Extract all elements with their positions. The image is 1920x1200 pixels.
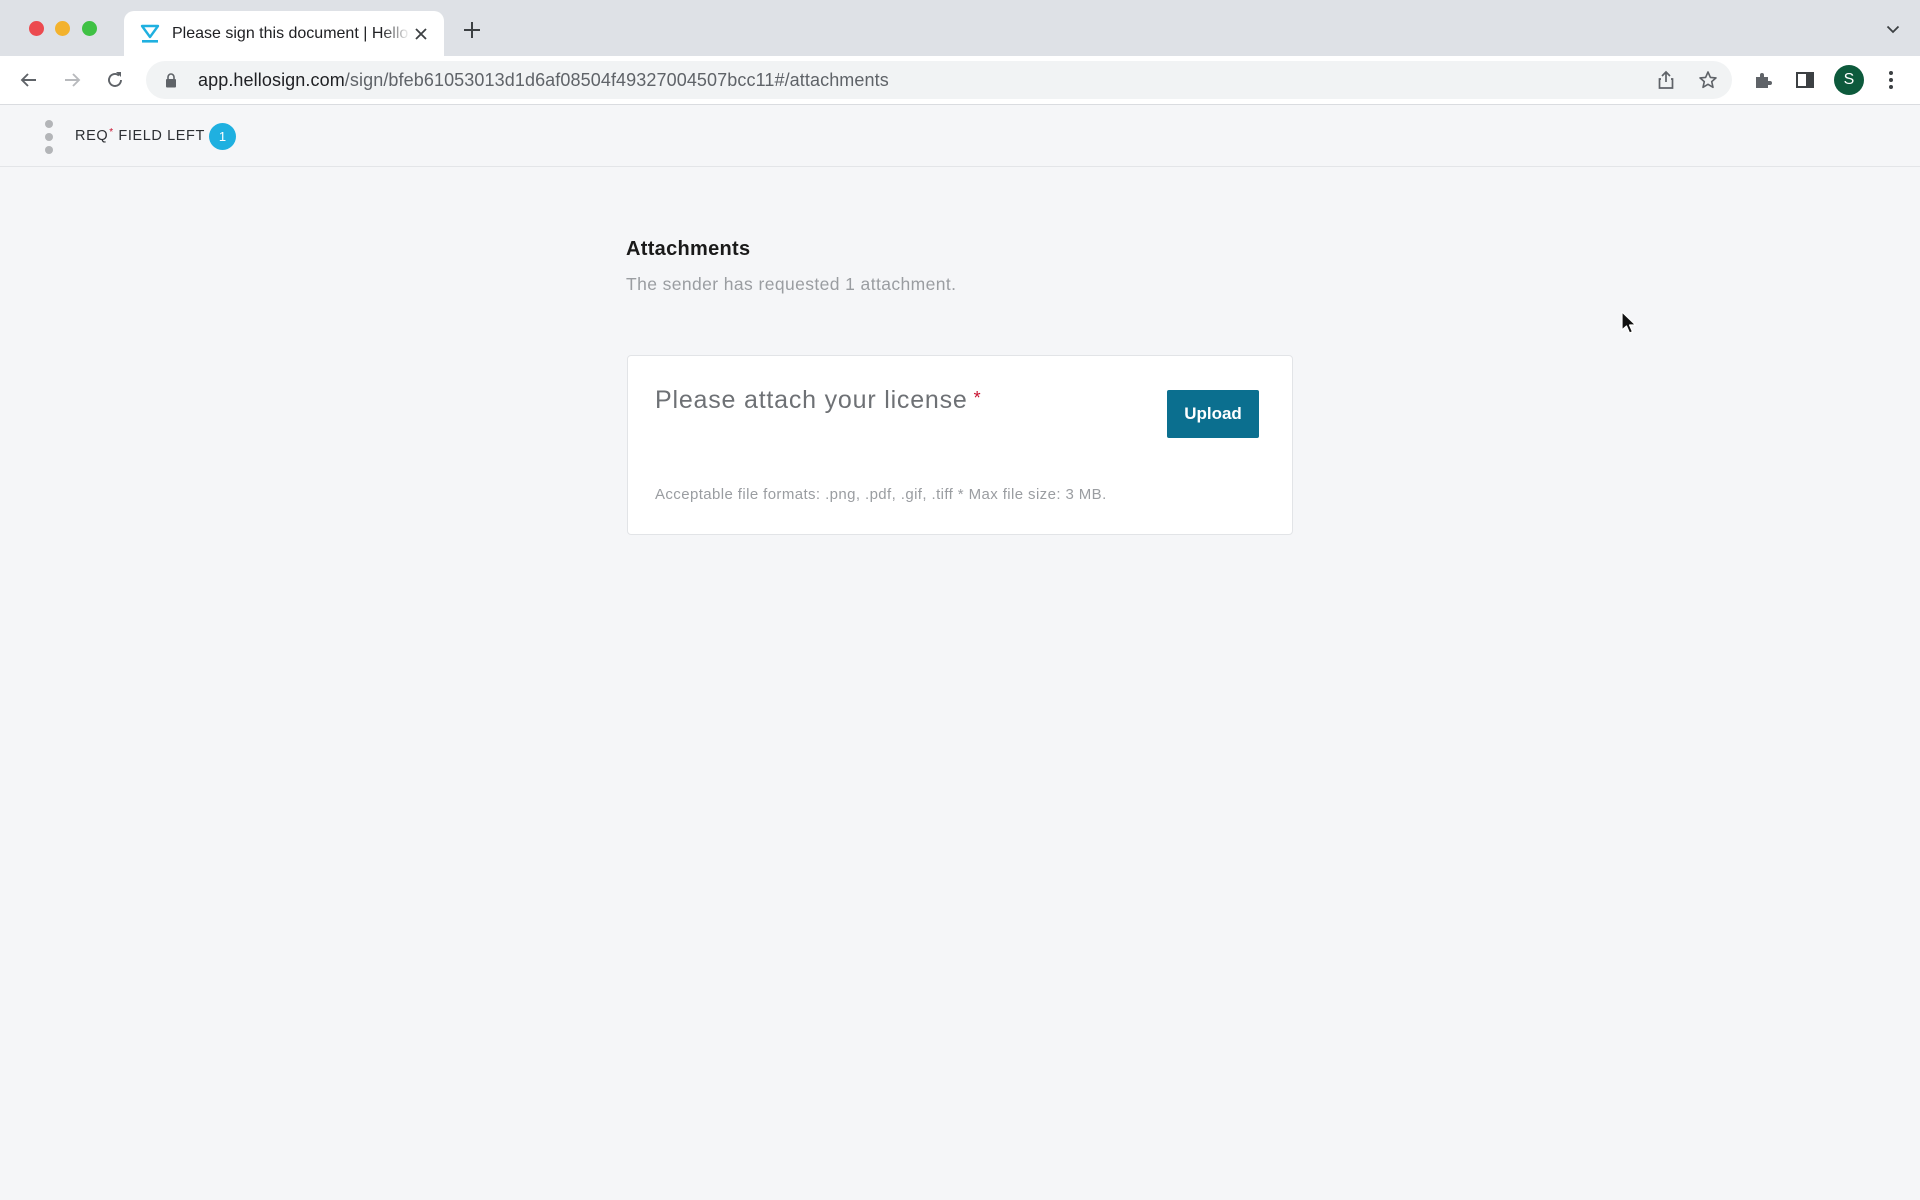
tab-title: Please sign this document | HelloSign: [172, 24, 410, 42]
tab-close-icon[interactable]: [410, 23, 432, 45]
kebab-dot: [45, 120, 53, 128]
window-close-button[interactable]: [29, 21, 44, 36]
browser-toolbar: app.hellosign.com/sign/bfeb61053013d1d6a…: [0, 56, 1920, 105]
upload-button[interactable]: Upload: [1167, 390, 1259, 438]
options-menu-kebab-icon[interactable]: [42, 120, 56, 154]
mouse-pointer-icon: [1620, 311, 1638, 335]
browser-menu-kebab-icon[interactable]: [1880, 69, 1902, 91]
attachment-request-card: Please attach your license * Upload Accep…: [627, 355, 1293, 535]
back-arrow-icon[interactable]: [15, 66, 43, 94]
forward-arrow-icon[interactable]: [58, 66, 86, 94]
lock-icon[interactable]: [162, 71, 180, 89]
bookmark-star-icon[interactable]: [1697, 69, 1719, 91]
attachment-request-text: Please attach your license: [655, 386, 968, 414]
attachments-title: Attachments: [626, 238, 751, 260]
signer-header-bar: REQ* FIELD LEFT 1: [0, 106, 1920, 167]
new-tab-button[interactable]: [460, 18, 484, 42]
side-panel-icon[interactable]: [1794, 69, 1816, 91]
attachments-section: Attachments The sender has requested 1 a…: [626, 238, 1294, 295]
attachment-request-label: Please attach your license *: [655, 386, 981, 415]
profile-avatar[interactable]: S: [1834, 65, 1864, 95]
url-host: app.hellosign.com: [198, 69, 345, 90]
extensions-puzzle-icon[interactable]: [1752, 69, 1774, 91]
tab-search-chevron-down-icon[interactable]: [1884, 22, 1902, 36]
browser-tab-active[interactable]: Please sign this document | HelloSign: [124, 11, 444, 56]
req-prefix: REQ: [75, 128, 109, 144]
hellosign-logo-icon: [140, 24, 160, 44]
required-star-marker: *: [973, 388, 982, 408]
fields-left-count-badge[interactable]: 1: [209, 123, 236, 150]
required-star-marker: *: [109, 127, 114, 138]
attachments-subtitle: The sender has requested 1 attachment.: [626, 274, 957, 294]
share-icon[interactable]: [1655, 69, 1677, 91]
browser-tab-bar: Please sign this document | HelloSign: [0, 0, 1920, 56]
url-path: /sign/bfeb61053013d1d6af08504f4932700450…: [344, 69, 889, 90]
kebab-dot: [45, 146, 53, 154]
window-maximize-button[interactable]: [82, 21, 97, 36]
address-bar[interactable]: app.hellosign.com/sign/bfeb61053013d1d6a…: [146, 61, 1732, 99]
kebab-dot: [45, 133, 53, 141]
required-fields-left-label: REQ* FIELD LEFT: [75, 127, 205, 144]
req-suffix: FIELD LEFT: [113, 128, 205, 144]
url-text[interactable]: app.hellosign.com/sign/bfeb61053013d1d6a…: [198, 70, 889, 91]
window-minimize-button[interactable]: [55, 21, 70, 36]
reload-icon[interactable]: [101, 66, 129, 94]
file-format-note: Acceptable file formats: .png, .pdf, .gi…: [655, 486, 1107, 503]
